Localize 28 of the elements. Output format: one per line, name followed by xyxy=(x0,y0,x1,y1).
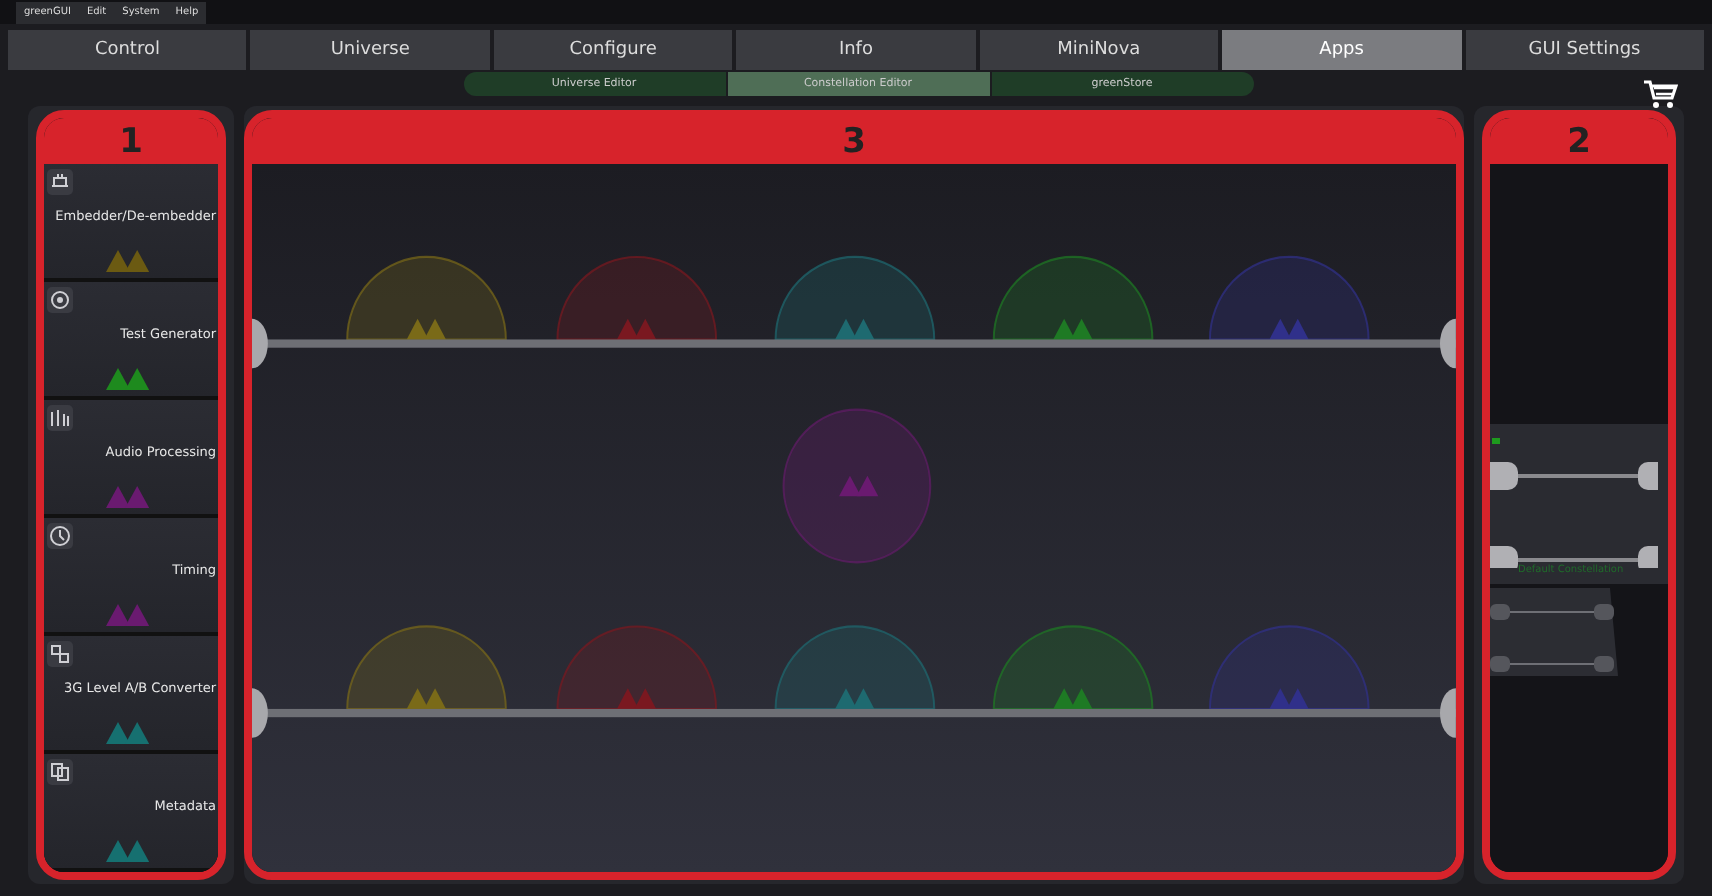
tab[interactable]: MiniNova xyxy=(979,30,1219,70)
app-node[interactable] xyxy=(782,408,932,564)
app-node[interactable] xyxy=(992,625,1154,710)
pages-icon xyxy=(46,758,74,786)
app-node[interactable] xyxy=(1209,625,1370,710)
tab[interactable]: Control xyxy=(8,30,247,70)
dock-icon xyxy=(46,168,74,196)
panel-number: 3 xyxy=(842,121,866,161)
disc-icon xyxy=(46,286,74,314)
squares-icon xyxy=(46,640,74,668)
cart-icon[interactable] xyxy=(1642,78,1678,110)
tab[interactable]: GUI Settings xyxy=(1465,30,1704,70)
app-node[interactable] xyxy=(556,256,718,341)
clock-icon xyxy=(46,522,74,550)
panel-number: 1 xyxy=(119,121,143,161)
app-node[interactable] xyxy=(1209,256,1370,341)
panel-number: 2 xyxy=(1567,121,1591,161)
app-node[interactable] xyxy=(774,256,936,341)
tab[interactable]: Configure xyxy=(493,30,733,70)
audio-icon xyxy=(46,404,74,432)
tab[interactable]: Apps xyxy=(1222,30,1462,70)
tab[interactable]: Universe xyxy=(250,30,490,70)
app-node[interactable] xyxy=(556,625,718,710)
app-node[interactable] xyxy=(346,256,507,341)
app-node[interactable] xyxy=(346,625,507,710)
tab[interactable]: Info xyxy=(736,30,976,70)
app-node[interactable] xyxy=(774,625,936,710)
app-node[interactable] xyxy=(992,256,1154,341)
